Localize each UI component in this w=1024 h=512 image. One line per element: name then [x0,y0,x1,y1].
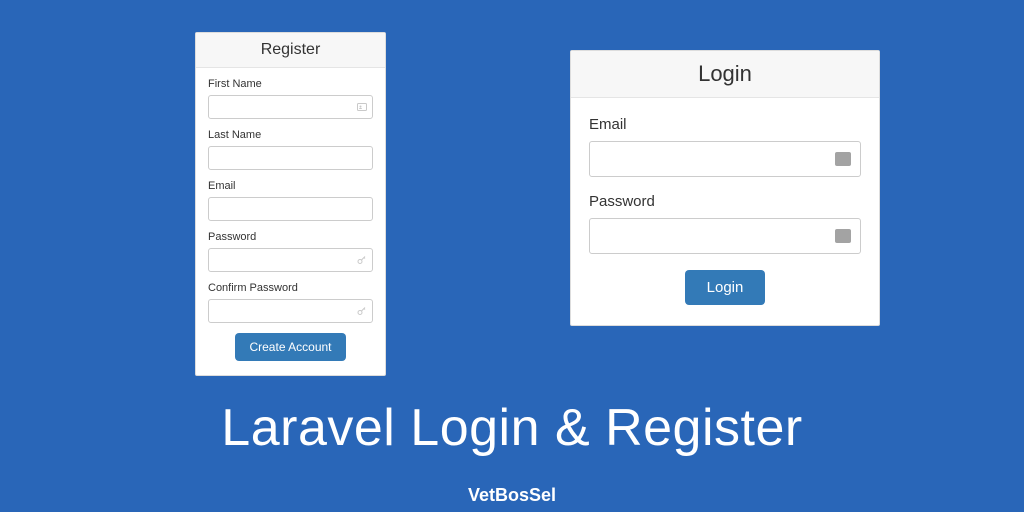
contact-card-icon [356,101,368,113]
first-name-group: First Name [208,78,373,119]
login-email-label: Email [589,116,861,133]
email-label: Email [208,180,373,192]
confirm-password-label: Confirm Password [208,282,373,294]
login-email-group: Email [589,116,861,177]
register-card: Register First Name Last Name Email Pass [195,32,386,376]
last-name-group: Last Name [208,129,373,170]
password-input[interactable] [208,248,373,272]
brand-name: VetBosSel [0,485,1024,506]
login-button[interactable]: Login [685,270,766,305]
confirm-password-group: Confirm Password [208,282,373,323]
register-body: First Name Last Name Email Password [196,68,385,375]
first-name-input[interactable] [208,95,373,119]
key-icon [356,254,368,266]
last-name-label: Last Name [208,129,373,141]
login-password-label: Password [589,193,861,210]
login-password-input[interactable] [589,218,861,254]
login-body: Email Password Login [571,98,879,325]
login-password-group: Password [589,193,861,254]
email-input[interactable] [208,197,373,221]
register-title: Register [196,33,385,68]
email-group: Email [208,180,373,221]
page-headline: Laravel Login & Register [0,398,1024,458]
login-title: Login [571,51,879,98]
keyboard-icon [835,152,851,166]
password-group: Password [208,231,373,272]
password-label: Password [208,231,373,243]
confirm-password-input[interactable] [208,299,373,323]
login-card: Login Email Password Login [570,50,880,326]
last-name-input[interactable] [208,146,373,170]
login-email-input[interactable] [589,141,861,177]
key-icon [356,305,368,317]
create-account-button[interactable]: Create Account [235,333,345,361]
keyboard-icon [835,229,851,243]
first-name-label: First Name [208,78,373,90]
